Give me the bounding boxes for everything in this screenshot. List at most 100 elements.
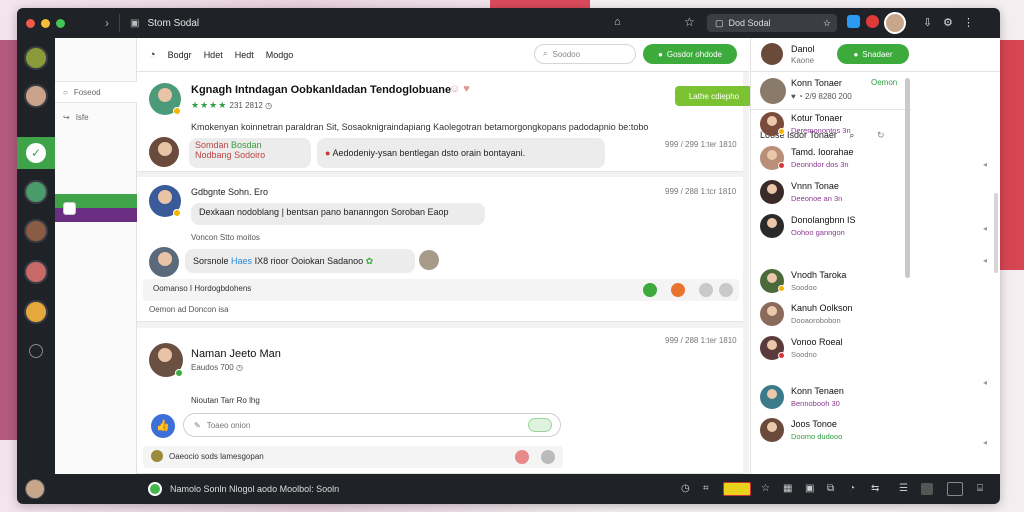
maximize-window-button[interactable]	[56, 18, 65, 28]
clock-icon[interactable]: ◔	[849, 483, 855, 494]
chat-icon: ✓	[26, 143, 46, 163]
star-icon[interactable]: ☆	[684, 15, 695, 29]
scrollbar[interactable]	[905, 78, 910, 278]
scrollbar-outer[interactable]	[994, 193, 998, 273]
sidebar-item-2[interactable]: ↪ Isfe	[55, 106, 137, 128]
profile-avatar[interactable]	[884, 12, 906, 34]
contact-avatar	[760, 385, 784, 409]
contact-name: Kanuh Oolkson	[791, 303, 853, 313]
star-icon[interactable]: ☆	[761, 483, 770, 494]
chevron-right-icon[interactable]: ›	[105, 16, 109, 30]
nav-item-4[interactable]: Modgo	[266, 50, 294, 60]
home-icon[interactable]: ⌂	[614, 16, 621, 28]
minimize-window-button[interactable]	[41, 18, 50, 28]
primary-action-label: Gosdor ohdode	[666, 49, 722, 59]
presence-dot	[778, 285, 785, 292]
thumbnail-icon[interactable]	[921, 483, 933, 495]
window-controls	[26, 18, 65, 28]
rail-avatar-1[interactable]	[24, 46, 48, 70]
contact-item[interactable]: Konn Tenaen Bennobooh 30	[751, 383, 911, 413]
lock-badge-icon[interactable]	[63, 202, 76, 215]
post-title: Kgnagh Intndagan Oobkanldadan Tendoglobu…	[191, 84, 452, 96]
love-reaction-icon[interactable]	[671, 283, 685, 297]
contact-item[interactable]: Vnodh Taroka Soodoo	[751, 267, 911, 297]
rail-avatar-2[interactable]	[24, 84, 48, 108]
notification-icon[interactable]	[866, 15, 879, 28]
status-dot	[173, 107, 181, 115]
sidebar-item-1[interactable]: ○ Foseod	[55, 81, 137, 103]
contact-item[interactable]: Vonoo Roeal Soodno	[751, 334, 911, 364]
copy-icon[interactable]: ⧉	[827, 483, 834, 494]
footer-text-secondary: Oemon ad Doncon isa	[149, 305, 229, 314]
featured-avatar	[760, 78, 786, 104]
online-status-icon[interactable]	[148, 482, 162, 496]
search-placeholder: Soodoo	[552, 49, 581, 59]
comment-author[interactable]: Sorsnole	[193, 256, 229, 266]
add-icon[interactable]	[29, 344, 43, 358]
like-button[interactable]: 👍	[151, 414, 175, 438]
profile-avatar[interactable]	[761, 43, 783, 65]
primary-action-button[interactable]: ● Gosdor ohdode	[643, 44, 737, 64]
contact-item[interactable]: Kotur Tonaer Deremonontos 3n	[751, 110, 911, 140]
address-bar[interactable]: ▢ Dod Sodal ☆	[707, 14, 837, 32]
post-timestamp: 999 / 288 1:tcr 1810	[665, 187, 737, 196]
post-body: Dexkaan nodoblang | bentsan pano bananng…	[199, 207, 449, 217]
share-reaction-icon[interactable]	[699, 283, 713, 297]
contact-item[interactable]: Joos Tonoe Doomo dudooo	[751, 416, 911, 446]
reply-chip[interactable]: Bosdan	[231, 140, 262, 150]
like-reaction-icon[interactable]	[643, 283, 657, 297]
bookmark-star-icon[interactable]: ☆	[823, 18, 831, 29]
nav-item-3[interactable]: Hedt	[235, 50, 254, 60]
small-avatar[interactable]	[419, 250, 439, 270]
contact-item[interactable]: Donolangbnn IS Oohoo ganngon	[751, 212, 911, 242]
grid-icon[interactable]: ▦	[783, 483, 792, 494]
reply-chip[interactable]: Nodbang	[195, 150, 232, 160]
rail-avatar-3[interactable]	[24, 180, 48, 204]
menu-icon[interactable]: ⌸	[977, 483, 983, 494]
close-window-button[interactable]	[26, 18, 35, 28]
contact-item[interactable]: Kanuh Oolkson Dooaorobobon	[751, 300, 911, 330]
settings-icon[interactable]: ⚙	[943, 16, 953, 29]
user-avatar[interactable]	[25, 479, 45, 499]
panel-action-button[interactable]: ● Snadaer	[837, 44, 909, 64]
history-icon[interactable]: ◷	[681, 483, 690, 494]
post-rating: ★★★★ 231 2812 ◷	[191, 100, 272, 111]
featured-contact[interactable]: Konn Tonaer Oemon ♥ ◔ 2/9 8280 200	[751, 72, 911, 110]
menu-icon[interactable]: ⋮	[963, 16, 974, 29]
rail-avatar-4[interactable]	[24, 219, 48, 243]
download-icon[interactable]: ⇩	[923, 16, 932, 29]
send-button[interactable]	[528, 418, 552, 432]
footer-reaction-icon[interactable]	[515, 450, 529, 464]
video-icon[interactable]	[947, 482, 963, 496]
extension-icon[interactable]	[847, 15, 860, 28]
search-input[interactable]: ⌕ Soodoo	[534, 44, 636, 64]
contact-item[interactable]: Tamd. Ioorahae Deonndor dos 3n	[751, 144, 911, 174]
comment-link[interactable]: Haes	[231, 256, 252, 266]
reply-chip[interactable]: Somdan	[195, 140, 229, 150]
rail-item-active[interactable]: ✓	[17, 137, 55, 169]
share-icon[interactable]: ⇆	[871, 483, 879, 494]
reply-chip[interactable]: Sodoiro	[234, 150, 265, 160]
rail-avatar-6[interactable]	[24, 300, 48, 324]
rail-avatar-5[interactable]	[24, 260, 48, 284]
comment-input[interactable]: ✎ Toaeo onion	[183, 413, 561, 437]
image-icon[interactable]: ▣	[805, 483, 814, 494]
post-card-2: Gdbgnte Sohn. Ero 999 / 288 1:tcr 1810 D…	[137, 177, 743, 322]
footer-more-icon[interactable]	[541, 450, 555, 464]
post-action-button[interactable]: Lathe cdiepho	[675, 86, 753, 106]
comment-avatar[interactable]	[149, 247, 179, 277]
brand-icon[interactable]: ◔	[149, 49, 156, 61]
nav-item-2[interactable]: Hdet	[204, 50, 223, 60]
alert-badge[interactable]	[723, 482, 751, 496]
attach-icon[interactable]: ⌗	[703, 483, 709, 494]
profile-name: Danol	[791, 44, 815, 54]
search-icon: ⌕	[543, 49, 548, 58]
contact-item[interactable]: Vnnn Tonae Deeonoe an 3n	[751, 178, 911, 208]
reply-avatar[interactable]	[149, 137, 179, 167]
tab-title[interactable]: Stom Sodal	[147, 18, 199, 29]
nav-item-1[interactable]: Bodgr	[168, 50, 192, 60]
more-reaction-icon[interactable]	[719, 283, 733, 297]
list-icon[interactable]: ☰	[899, 483, 908, 494]
plus-icon: ●	[853, 49, 859, 59]
leaf-icon: ✿	[365, 256, 374, 266]
